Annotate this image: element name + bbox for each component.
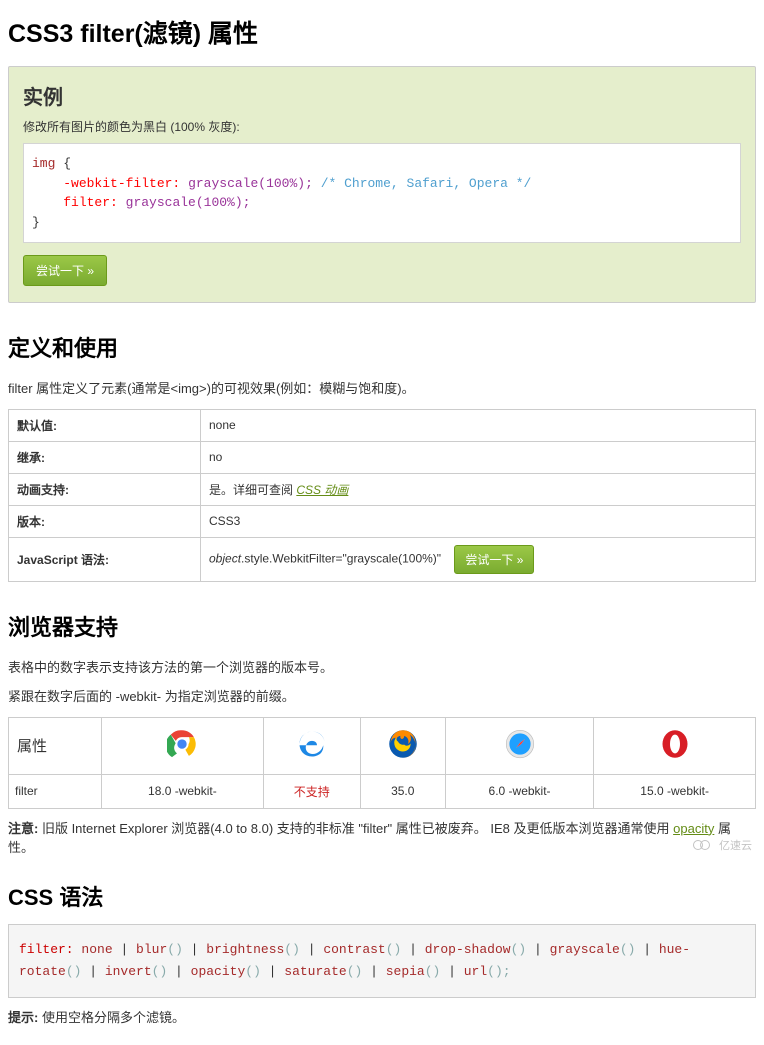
anim-prefix: 是。详细可查阅 — [209, 483, 296, 497]
css-syntax-box: filter: none | blur() | brightness() | c… — [8, 924, 756, 998]
opacity-link[interactable]: opacity — [673, 821, 714, 836]
watermark-text: 亿速云 — [719, 837, 752, 853]
code-close: } — [32, 215, 40, 230]
table-row: 属性 — [9, 717, 756, 774]
def-version-label: 版本: — [9, 505, 201, 537]
browser-note: 注意: 旧版 Internet Explorer 浏览器(4.0 to 8.0)… — [8, 819, 756, 858]
css-syntax-tip: 提示: 使用空格分隔多个滤镜。 — [8, 1008, 756, 1028]
watermark: 亿速云 — [693, 837, 752, 853]
browser-row-label: filter — [9, 774, 102, 808]
browser-table: 属性 filter 18.0 -webkit- 不支持 35.0 6.0 -we… — [8, 717, 756, 809]
css-animation-link[interactable]: CSS 动画 — [296, 483, 348, 497]
table-row: 默认值: none — [9, 409, 756, 441]
browser-attr-header: 属性 — [9, 717, 102, 774]
note-text-a: 旧版 Internet Explorer 浏览器(4.0 to 8.0) 支持的… — [38, 821, 673, 836]
def-anim-label: 动画支持: — [9, 473, 201, 505]
table-row: 动画支持: 是。详细可查阅 CSS 动画 — [9, 473, 756, 505]
try-button[interactable]: 尝试一下 » — [23, 255, 107, 286]
definition-table: 默认值: none 继承: no 动画支持: 是。详细可查阅 CSS 动画 版本… — [8, 409, 756, 582]
def-default-label: 默认值: — [9, 409, 201, 441]
browser-p2: 紧跟在数字后面的 -webkit- 为指定浏览器的前缀。 — [8, 687, 756, 707]
note-label: 注意: — [8, 821, 38, 836]
page-title: CSS3 filter(滤镜) 属性 — [8, 14, 756, 50]
safari-version: 6.0 -webkit- — [445, 774, 593, 808]
code-box: img { -webkit-filter: grayscale(100%); /… — [23, 143, 741, 243]
def-js-label: JavaScript 语法: — [9, 537, 201, 581]
chrome-version: 18.0 -webkit- — [102, 774, 264, 808]
tip-text: 使用空格分隔多个滤镜。 — [38, 1010, 185, 1025]
definition-text: filter 属性定义了元素(通常是<img>)的可视效果(例如：模糊与饱和度)… — [8, 379, 756, 399]
chrome-icon — [102, 717, 264, 774]
table-row: 继承: no — [9, 441, 756, 473]
example-heading: 实例 — [23, 81, 741, 110]
code-val1: grayscale(100%); — [188, 176, 313, 191]
code-prop1: -webkit-filter: — [63, 176, 180, 191]
table-row: JavaScript 语法: object.style.WebkitFilter… — [9, 537, 756, 581]
example-block: 实例 修改所有图片的颜色为黑白 (100% 灰度): img { -webkit… — [8, 66, 756, 303]
safari-icon — [445, 717, 593, 774]
cloud-icon — [693, 838, 715, 852]
table-row: filter 18.0 -webkit- 不支持 35.0 6.0 -webki… — [9, 774, 756, 808]
def-js-val: object.style.WebkitFilter="grayscale(100… — [201, 537, 756, 581]
code-comment: /* Chrome, Safari, Opera */ — [321, 176, 532, 191]
tip-label: 提示: — [8, 1010, 38, 1025]
def-version-val: CSS3 — [201, 505, 756, 537]
firefox-version: 35.0 — [360, 774, 445, 808]
def-anim-val: 是。详细可查阅 CSS 动画 — [201, 473, 756, 505]
definition-heading: 定义和使用 — [8, 331, 756, 363]
def-default-val: none — [201, 409, 756, 441]
example-desc: 修改所有图片的颜色为黑白 (100% 灰度): — [23, 118, 741, 135]
css-syntax-heading: CSS 语法 — [8, 880, 756, 912]
opera-icon — [594, 717, 756, 774]
js-object: object — [209, 551, 241, 565]
browser-p1: 表格中的数字表示支持该方法的第一个浏览器的版本号。 — [8, 658, 756, 678]
code-prop2: filter: — [63, 195, 118, 210]
try-button-js[interactable]: 尝试一下 » — [454, 545, 534, 574]
code-open: { — [63, 156, 71, 171]
js-rest: .style.WebkitFilter="grayscale(100%)" — [241, 551, 441, 565]
opera-version: 15.0 -webkit- — [594, 774, 756, 808]
edge-icon — [263, 717, 360, 774]
def-inherit-label: 继承: — [9, 441, 201, 473]
browser-heading: 浏览器支持 — [8, 610, 756, 642]
table-row: 版本: CSS3 — [9, 505, 756, 537]
syntax-prop: filter: — [19, 942, 74, 957]
code-selector: img — [32, 156, 55, 171]
def-inherit-val: no — [201, 441, 756, 473]
code-val2: grayscale(100%); — [126, 195, 251, 210]
firefox-icon — [360, 717, 445, 774]
ie-version: 不支持 — [263, 774, 360, 808]
